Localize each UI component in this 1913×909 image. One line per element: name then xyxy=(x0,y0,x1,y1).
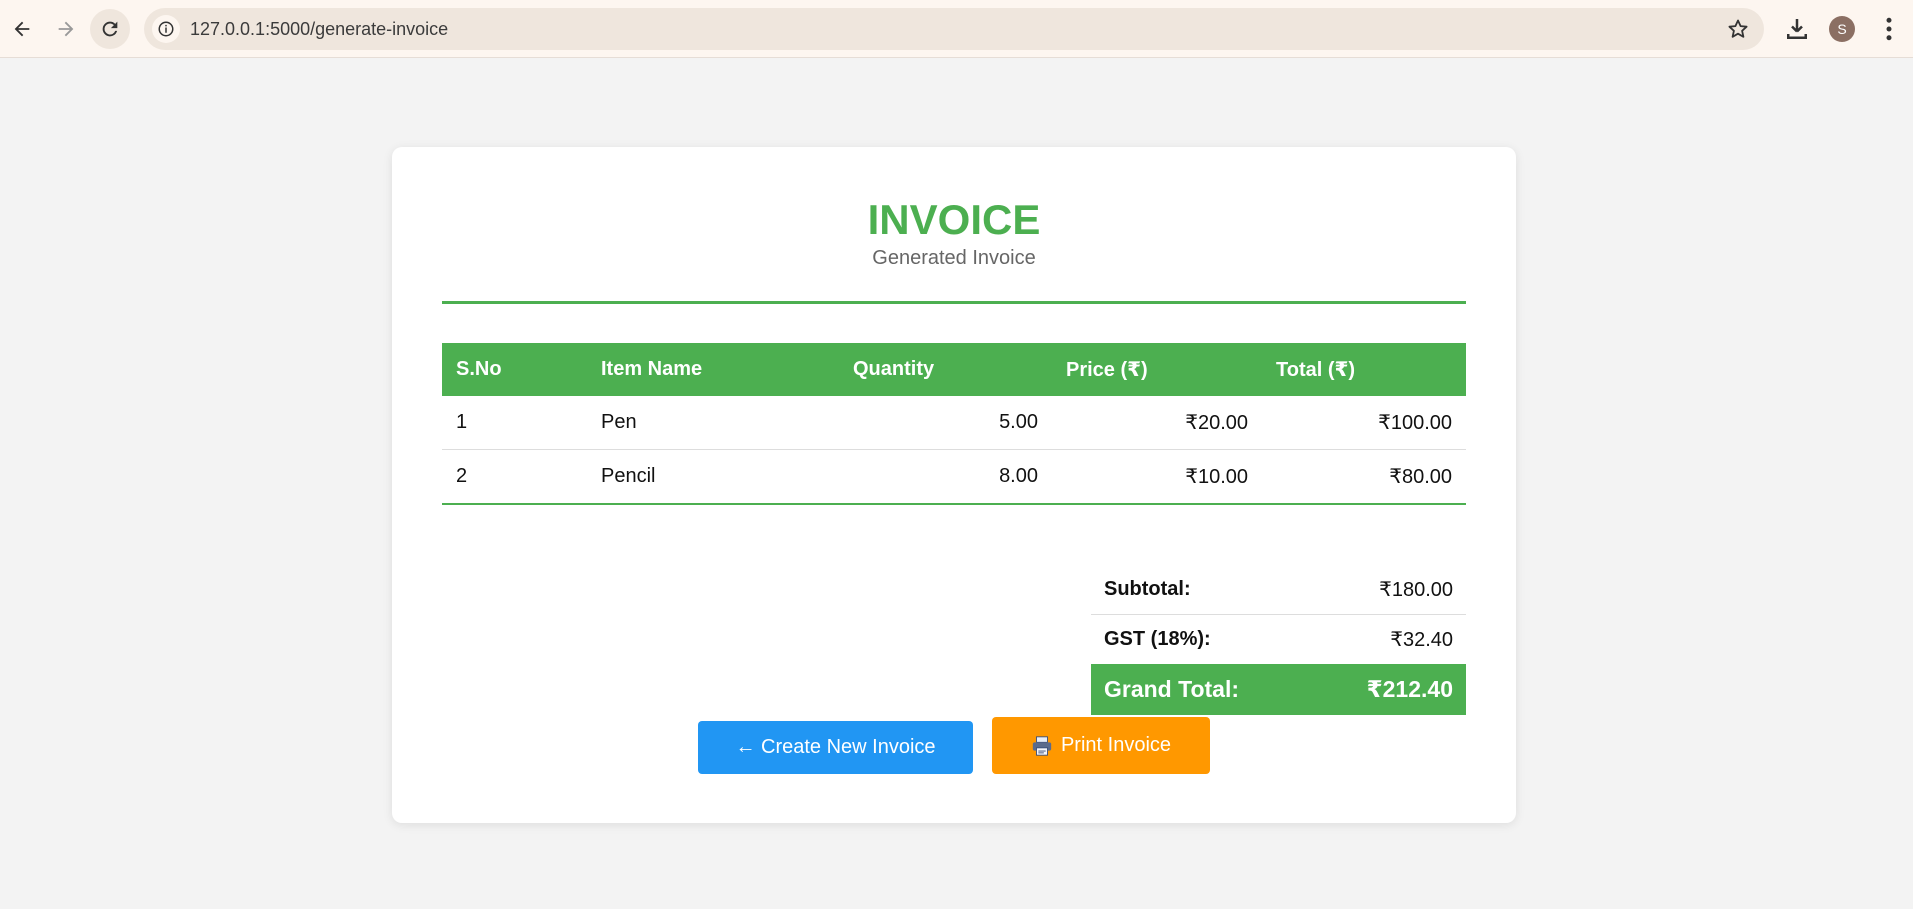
printer-icon xyxy=(1032,735,1052,756)
table-row: 1 Pen 5.00 ₹20.00 ₹100.00 xyxy=(442,396,1466,450)
print-invoice-label: Print Invoice xyxy=(1060,734,1172,756)
table-row: 2 Pencil 8.00 ₹10.00 ₹80.00 xyxy=(442,449,1466,505)
invoice-title: INVOICE xyxy=(867,196,1041,243)
column-header-sno: S.No xyxy=(442,343,587,396)
url-text[interactable]: 127.0.0.1:5000/generate-invoice xyxy=(190,8,448,50)
column-header-total: Total (₹) xyxy=(1262,343,1466,396)
subtotal-value: ₹180.00 xyxy=(1278,565,1466,615)
grand-total-row: Grand Total: ₹212.40 xyxy=(1091,664,1466,715)
items-table: S.No Item Name Quantity Price (₹) Total … xyxy=(442,343,1466,505)
kebab-menu-icon[interactable] xyxy=(1874,14,1904,44)
site-info-icon[interactable] xyxy=(152,15,180,43)
cell-quantity: 5.00 xyxy=(839,396,1052,450)
column-header-item-name: Item Name xyxy=(587,343,839,396)
reload-icon xyxy=(102,21,118,37)
download-icon[interactable] xyxy=(1782,14,1812,44)
invoice-subtitle: Generated Invoice xyxy=(872,247,1036,269)
print-invoice-button[interactable]: Print Invoice xyxy=(992,717,1210,774)
arrow-left-icon xyxy=(14,21,30,37)
cell-price: ₹20.00 xyxy=(1052,396,1262,450)
arrow-right-icon xyxy=(58,21,74,37)
column-header-quantity: Quantity xyxy=(839,343,1052,396)
cell-total: ₹80.00 xyxy=(1262,449,1466,505)
gst-value: ₹32.40 xyxy=(1390,629,1453,651)
subtotal-row: Subtotal: ₹180.00 xyxy=(1091,565,1466,615)
grand-total-value: ₹212.40 xyxy=(1278,664,1466,715)
table-header-row: S.No Item Name Quantity Price (₹) Total … xyxy=(442,343,1466,396)
cell-quantity: 8.00 xyxy=(839,449,1052,505)
forward-button[interactable] xyxy=(46,9,86,49)
cell-item-name: Pencil xyxy=(587,449,839,505)
address-bar[interactable]: 127.0.0.1:5000/generate-invoice xyxy=(144,8,1764,50)
cell-item-name: Pen xyxy=(587,396,839,450)
grand-total-label: Grand Total: xyxy=(1091,664,1279,715)
gst-label: GST (18%): xyxy=(1104,628,1211,650)
cell-total: ₹100.00 xyxy=(1262,396,1466,450)
cell-price: ₹10.00 xyxy=(1052,449,1262,505)
column-header-price: Price (₹) xyxy=(1052,343,1262,396)
invoice-card: INVOICE Generated Invoice S.No Item Name… xyxy=(392,147,1516,823)
profile-avatar[interactable]: S xyxy=(1829,16,1855,42)
gst-row: GST (18%): ₹32.40 xyxy=(1091,615,1466,665)
cell-sno: 1 xyxy=(442,396,587,450)
create-new-invoice-button[interactable]: ← Create New Invoice xyxy=(698,721,973,774)
cell-sno: 2 xyxy=(442,449,587,505)
browser-toolbar: 127.0.0.1:5000/generate-invoice S xyxy=(0,0,1913,58)
totals-table: Subtotal: ₹180.00 GST (18%): ₹32.40 Gran… xyxy=(1091,565,1466,715)
reload-button[interactable] xyxy=(90,9,130,49)
subtotal-label: Subtotal: xyxy=(1091,565,1279,615)
bookmark-star-icon[interactable] xyxy=(1726,17,1750,41)
back-button[interactable] xyxy=(2,9,42,49)
header-divider xyxy=(442,301,1466,304)
